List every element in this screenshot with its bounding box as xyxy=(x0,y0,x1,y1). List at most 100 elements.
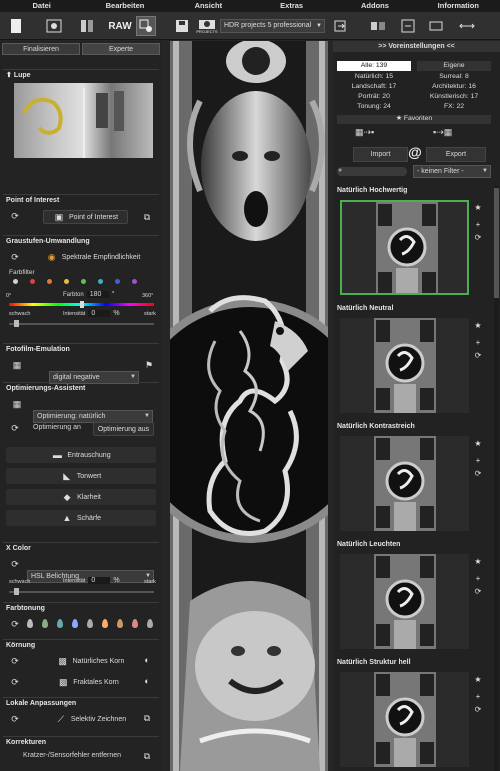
preset-thumbnail[interactable] xyxy=(340,554,469,649)
category-landscape[interactable]: Landschaft: 17 xyxy=(337,83,411,91)
category-toning[interactable]: Tonung: 24 xyxy=(337,103,411,111)
add-icon[interactable]: + xyxy=(473,220,483,229)
selective-draw-button[interactable]: ⟋ Selektiv Zeichnen xyxy=(43,712,138,726)
denoise-button[interactable]: ▬ Entrauschung xyxy=(6,447,156,463)
projects-button[interactable]: PROJECTS xyxy=(196,16,218,36)
category-natural[interactable]: Natürlich: 15 xyxy=(337,73,411,81)
menu-information[interactable]: Information xyxy=(417,0,500,12)
batch-icon[interactable] xyxy=(136,16,156,36)
import-icon[interactable]: ▦⇢▪ xyxy=(355,127,374,138)
color-filter-dot[interactable] xyxy=(30,279,35,284)
favorites-button[interactable]: ★ Favoriten xyxy=(337,115,491,124)
preset-select[interactable]: HDR projects 5 professional ▼ xyxy=(220,19,325,33)
color-filter-dot[interactable] xyxy=(81,279,86,284)
email-icon[interactable]: @ xyxy=(405,144,425,164)
opt-on-button[interactable]: Optimierung an xyxy=(33,424,81,431)
hue-slider-handle[interactable] xyxy=(80,301,84,308)
collapse-arrow-icon[interactable]: ⬆ xyxy=(6,72,12,79)
menu-bearbeiten[interactable]: Bearbeiten xyxy=(83,0,166,12)
toning-drop-icon[interactable] xyxy=(102,619,108,628)
intensity-slider[interactable] xyxy=(9,320,154,327)
apply-refresh-icon[interactable]: ⟳ xyxy=(473,233,483,242)
xcolor-intensity-slider[interactable] xyxy=(9,588,154,595)
fractal-options-icon[interactable]: ◐ xyxy=(141,675,153,687)
preset-thumbnail[interactable] xyxy=(340,436,469,531)
menu-datei[interactable]: Datei xyxy=(0,0,83,12)
menu-addons[interactable]: Addons xyxy=(333,0,416,12)
film-grid-icon[interactable]: ▦ xyxy=(11,359,23,371)
flag-icon[interactable]: ⚑ xyxy=(143,359,155,371)
schaerfe-button[interactable]: ▲ Schärfe xyxy=(6,510,156,526)
preset-scrollbar[interactable] xyxy=(494,186,499,771)
poi-settings-icon[interactable]: ⧉ xyxy=(141,211,153,223)
tab-experte[interactable]: Experte xyxy=(82,43,160,55)
color-filter-dot[interactable] xyxy=(64,279,69,284)
preset-thumbnail[interactable] xyxy=(340,200,469,295)
refresh-icon[interactable]: ⟳ xyxy=(9,558,21,570)
xcolor-slider-handle[interactable] xyxy=(14,588,19,595)
favorite-star-icon[interactable]: ★ xyxy=(473,439,483,448)
xcolor-intensity-value[interactable]: 0 xyxy=(88,577,111,584)
toning-drop-icon[interactable] xyxy=(147,619,153,628)
intensity-value[interactable]: 0 xyxy=(88,310,111,317)
add-icon[interactable]: + xyxy=(473,338,483,347)
save-icon[interactable] xyxy=(172,16,192,36)
category-artistic[interactable]: Künstlerisch: 17 xyxy=(417,93,491,101)
toning-drop-icon[interactable] xyxy=(27,619,33,628)
refresh-icon[interactable]: ⟳ xyxy=(9,713,21,725)
refresh-icon[interactable]: ⟳ xyxy=(9,655,21,667)
category-own[interactable]: Eigene xyxy=(417,61,491,71)
favorite-star-icon[interactable]: ★ xyxy=(473,675,483,684)
toning-drop-icon[interactable] xyxy=(42,619,48,628)
search-toggle-icon[interactable]: ● xyxy=(338,167,342,174)
raw-button[interactable]: RAW xyxy=(108,16,132,36)
main-image-canvas[interactable] xyxy=(170,41,328,771)
color-filter-dot[interactable] xyxy=(13,279,18,284)
menu-extras[interactable]: Extras xyxy=(250,0,333,12)
color-filter-dot[interactable] xyxy=(132,279,137,284)
preset-thumbnail[interactable] xyxy=(340,318,469,413)
layout-icon[interactable] xyxy=(426,16,446,36)
category-all[interactable]: Alle: 139 xyxy=(337,61,411,71)
brackets-icon[interactable] xyxy=(78,16,98,36)
fullscreen-icon[interactable] xyxy=(457,16,477,36)
refresh-icon[interactable]: ⟳ xyxy=(9,676,21,688)
hue-value[interactable]: 180 xyxy=(86,291,109,298)
toning-drop-icon[interactable] xyxy=(117,619,123,628)
grain-options-icon[interactable]: ◐ xyxy=(141,654,153,666)
menu-ansicht[interactable]: Ansicht xyxy=(167,0,250,12)
klarheit-button[interactable]: ◆ Klarheit xyxy=(6,489,156,505)
add-icon[interactable]: + xyxy=(473,692,483,701)
export-button[interactable]: Export xyxy=(426,147,486,162)
refresh-icon[interactable]: ⟳ xyxy=(9,618,21,630)
category-surreal[interactable]: Surreal: 8 xyxy=(417,73,491,81)
opt-off-button[interactable]: Optimierung aus xyxy=(93,422,154,436)
lokale-options-icon[interactable]: ⧉ xyxy=(141,712,153,724)
color-filter-dot[interactable] xyxy=(47,279,52,284)
export-icon[interactable]: ▪⇢▦ xyxy=(433,127,452,138)
spectral-button[interactable]: ◉ Spektrale Empfindlichkeit xyxy=(43,250,143,264)
preset-search-input[interactable]: ● xyxy=(337,167,407,176)
apply-refresh-icon[interactable]: ⟳ xyxy=(473,587,483,596)
korrekturen-options-icon[interactable]: ⧉ xyxy=(141,750,153,762)
settings-icon[interactable] xyxy=(398,16,418,36)
filter-select[interactable]: - keinen Filter - ▼ xyxy=(413,165,491,178)
color-filter-dot[interactable] xyxy=(115,279,120,284)
presets-header[interactable]: >> Voreinstellungen << xyxy=(333,41,500,52)
import-button[interactable]: Import xyxy=(353,147,408,162)
toning-drop-icon[interactable] xyxy=(57,619,63,628)
refresh-icon[interactable]: ⟳ xyxy=(9,422,21,434)
toning-drop-icon[interactable] xyxy=(132,619,138,628)
favorite-star-icon[interactable]: ★ xyxy=(473,557,483,566)
favorite-star-icon[interactable]: ★ xyxy=(473,321,483,330)
tonwert-button[interactable]: ◣ Tonwert xyxy=(6,468,156,484)
favorite-star-icon[interactable]: ★ xyxy=(473,203,483,212)
poi-button[interactable]: ▣ Point of Interest xyxy=(43,210,128,224)
export-icon[interactable] xyxy=(330,16,350,36)
refresh-icon[interactable]: ⟳ xyxy=(9,251,21,263)
intensity-slider-handle[interactable] xyxy=(14,320,19,327)
category-portrait[interactable]: Porträt: 20 xyxy=(337,93,411,101)
new-file-icon[interactable] xyxy=(6,16,26,36)
apply-refresh-icon[interactable]: ⟳ xyxy=(473,351,483,360)
open-file-icon[interactable] xyxy=(44,16,64,36)
